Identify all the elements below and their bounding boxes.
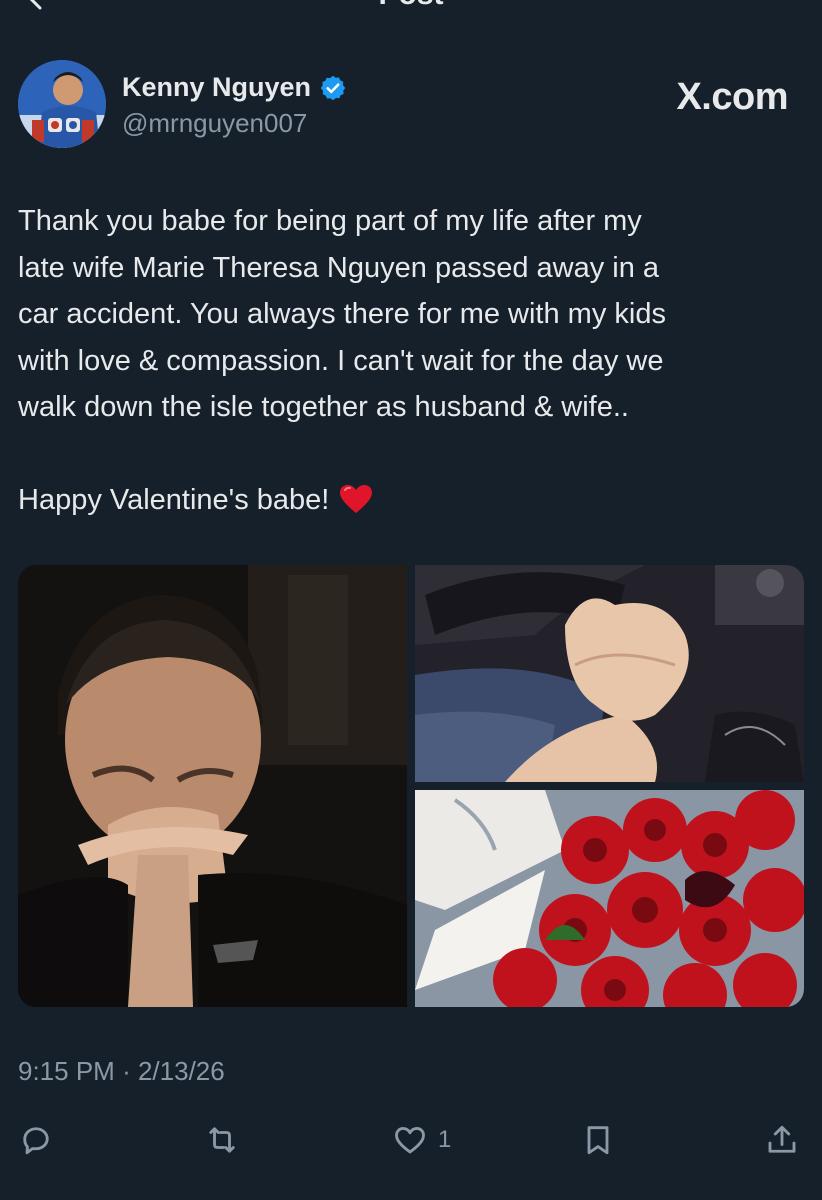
share-icon [768, 1125, 796, 1153]
post-line: walk down the isle together as husband &… [18, 391, 629, 423]
post-time[interactable]: 9:15 PM [18, 1056, 115, 1086]
share-button[interactable] [764, 1118, 800, 1162]
post-date[interactable]: 2/13/26 [138, 1056, 225, 1086]
like-button[interactable]: 1 [392, 1118, 451, 1162]
post-closing: Happy Valentine's babe! [18, 484, 330, 516]
post-meta: 9:15 PM · 2/13/26 [18, 1056, 225, 1087]
repost-button[interactable] [204, 1118, 240, 1162]
photo-holding-hands-car[interactable] [415, 565, 804, 782]
like-count: 1 [438, 1126, 452, 1153]
reply-button[interactable] [18, 1118, 54, 1162]
photo-red-roses-bouquet[interactable] [415, 790, 804, 1007]
verified-badge-icon [320, 75, 346, 100]
post-header: Kenny Nguyen @mrnguyen007 X.com [18, 60, 804, 152]
page-title: Post [0, 0, 822, 12]
red-heart-emoji-icon [340, 485, 373, 513]
top-bar: Post [0, 0, 822, 14]
avatar[interactable] [18, 60, 106, 148]
post-closing-line: Happy Valentine's babe! [18, 477, 798, 524]
reply-icon [23, 1127, 49, 1155]
meta-separator: · [122, 1056, 131, 1086]
post-line: car accident. You always there for me wi… [18, 298, 666, 330]
bookmark-button[interactable] [580, 1118, 616, 1162]
source-watermark: X.com [676, 76, 788, 118]
user-handle[interactable]: @mrnguyen007 [122, 108, 307, 139]
heart-icon [395, 1127, 425, 1154]
action-bar: 1 [18, 1118, 804, 1162]
display-name[interactable]: Kenny Nguyen [122, 72, 311, 103]
media-grid [18, 565, 804, 1007]
post-blank-line [18, 431, 798, 478]
post-line: Thank you babe for being part of my life… [18, 205, 642, 237]
name-row: Kenny Nguyen [122, 72, 347, 103]
post-line: with love & compassion. I can't wait for… [18, 344, 664, 377]
repost-icon [209, 1127, 235, 1153]
photo-man-hands-clasped[interactable] [18, 565, 407, 1007]
post-line: late wife Marie Theresa Nguyen passed aw… [18, 251, 660, 284]
bookmark-icon [587, 1126, 609, 1155]
post-text: Thank you babe for being part of my life… [18, 198, 798, 524]
